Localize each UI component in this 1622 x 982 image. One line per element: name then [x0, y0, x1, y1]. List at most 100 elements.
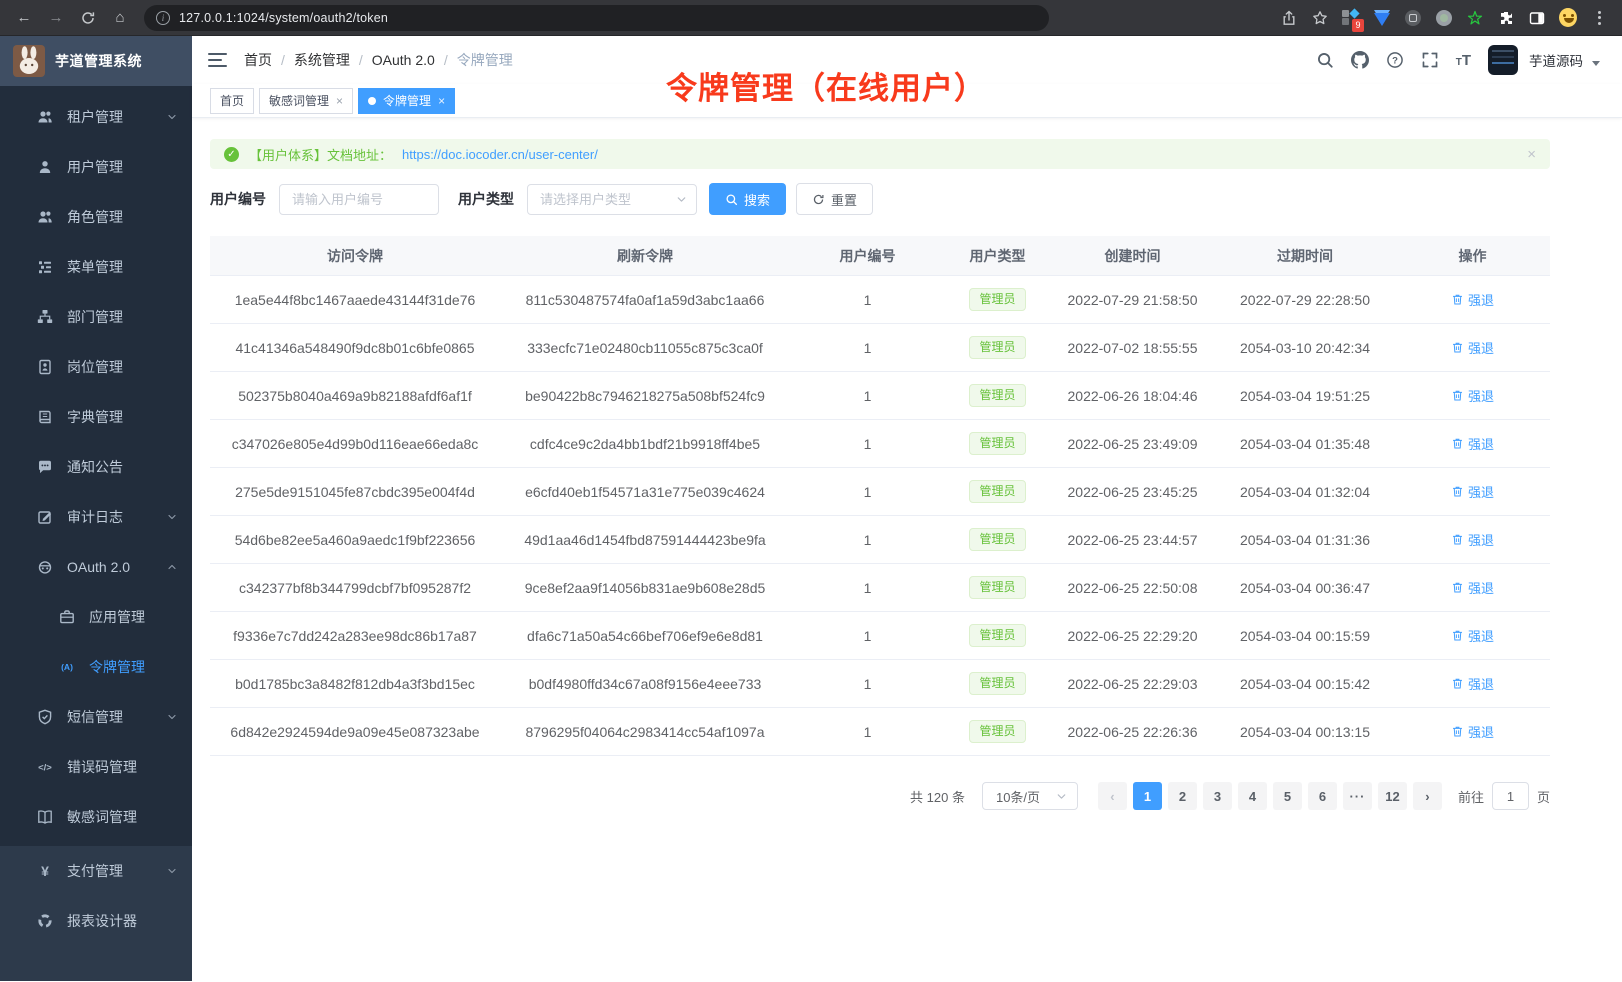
- app-logo[interactable]: 芋道管理系统: [0, 36, 192, 86]
- browser-back-button[interactable]: ←: [10, 4, 38, 32]
- sidebar-item-dept-management[interactable]: 部门管理: [0, 292, 192, 342]
- force-logout-button[interactable]: 强退: [1451, 290, 1494, 309]
- sidebar-item-tenant-management[interactable]: 租户管理: [0, 92, 192, 142]
- search-icon[interactable]: [1316, 51, 1334, 69]
- close-icon[interactable]: ×: [336, 95, 343, 107]
- pager-page-1[interactable]: 1: [1133, 782, 1162, 810]
- user-type-select[interactable]: [527, 184, 697, 215]
- site-info-icon[interactable]: i: [156, 11, 170, 25]
- pager-page-4[interactable]: 4: [1238, 782, 1267, 810]
- side-panel-icon[interactable]: [1528, 9, 1546, 27]
- user-id-input[interactable]: [279, 184, 439, 215]
- action-cell: 强退: [1395, 290, 1550, 309]
- chevron-down-icon: [166, 511, 178, 523]
- active-dot: [368, 97, 376, 105]
- page-size-select[interactable]: 10条/页: [982, 782, 1078, 810]
- force-logout-button[interactable]: 强退: [1451, 530, 1494, 549]
- breadcrumb-oauth2[interactable]: OAuth 2.0: [372, 52, 448, 68]
- alert-close-icon[interactable]: ×: [1527, 147, 1536, 162]
- trash-icon: [1451, 533, 1464, 546]
- sidebar-item-payment-management[interactable]: 支付管理: [0, 846, 192, 896]
- pager-page-5[interactable]: 5: [1273, 782, 1302, 810]
- message-icon: [37, 459, 53, 475]
- sidebar-item-error-code[interactable]: 错误码管理: [0, 742, 192, 792]
- sidebar-item-user-management[interactable]: 用户管理: [0, 142, 192, 192]
- search-button-label: 搜索: [744, 190, 770, 209]
- user-type-select-input[interactable]: [527, 184, 697, 215]
- access-token-cell: 1ea5e44f8bc1467aaede43144f31de76: [210, 292, 500, 308]
- recorder-extension-icon[interactable]: [1435, 9, 1453, 27]
- doc-link[interactable]: https://doc.iocoder.cn/user-center/: [402, 147, 598, 162]
- breadcrumb-home[interactable]: 首页: [244, 50, 285, 70]
- pager-page-6[interactable]: 6: [1308, 782, 1337, 810]
- close-icon[interactable]: ×: [438, 95, 445, 107]
- sidebar-collapse-icon[interactable]: [208, 53, 227, 67]
- browser-reload-button[interactable]: [74, 4, 102, 32]
- tab-home[interactable]: 首页: [210, 88, 254, 114]
- refresh-token-cell: 811c530487574fa0af1a59d3abc1aa66: [500, 292, 790, 308]
- force-logout-button[interactable]: 强退: [1451, 482, 1494, 501]
- user-name[interactable]: 芋道源码: [1529, 50, 1583, 70]
- user-type-badge: 管理员: [969, 336, 1025, 360]
- force-logout-button[interactable]: 强退: [1451, 578, 1494, 597]
- bookmark-star-icon[interactable]: [1311, 9, 1329, 27]
- force-logout-button[interactable]: 强退: [1451, 338, 1494, 357]
- browser-forward-button[interactable]: →: [42, 4, 70, 32]
- sidebar-item-sensitive-words[interactable]: 敏感词管理: [0, 792, 192, 842]
- sidebar-item-report-designer[interactable]: 报表设计器: [0, 896, 192, 946]
- refresh-token-cell: 49d1aa46d1454fbd87591444423be9fa: [500, 532, 790, 548]
- trash-icon: [1451, 437, 1464, 450]
- browser-home-button[interactable]: ⌂: [106, 4, 134, 32]
- pager-prev-button[interactable]: ‹: [1098, 782, 1127, 810]
- pager-page-3[interactable]: 3: [1203, 782, 1232, 810]
- sidebar-item-dict-management[interactable]: 字典管理: [0, 392, 192, 442]
- user-menu-caret-icon[interactable]: [1592, 61, 1600, 66]
- sidebar-item-post-management[interactable]: 岗位管理: [0, 342, 192, 392]
- font-size-icon[interactable]: TT: [1456, 52, 1471, 69]
- fullscreen-icon[interactable]: [1421, 51, 1439, 69]
- address-bar[interactable]: i 127.0.0.1:1024/system/oauth2/token: [144, 5, 1049, 31]
- menu-tree-icon: [37, 259, 53, 275]
- column-header-action: 操作: [1395, 246, 1550, 266]
- force-logout-button[interactable]: 强退: [1451, 386, 1494, 405]
- reset-button[interactable]: 重置: [796, 183, 873, 215]
- gem-extension-icon[interactable]: [1373, 9, 1391, 27]
- pager-page-12[interactable]: 12: [1378, 782, 1407, 810]
- extensions-puzzle-icon[interactable]: [1497, 9, 1515, 27]
- help-icon[interactable]: [1386, 51, 1404, 69]
- sidebar-item-sms-management[interactable]: 短信管理: [0, 692, 192, 742]
- tab-token-management[interactable]: 令牌管理 ×: [358, 88, 455, 114]
- devtools-extension-icon[interactable]: 9: [1342, 9, 1360, 27]
- sidebar-item-role-management[interactable]: 角色管理: [0, 192, 192, 242]
- browser-profile-avatar[interactable]: [1559, 9, 1577, 27]
- tab-sensitive-words[interactable]: 敏感词管理 ×: [259, 88, 353, 114]
- pager-page-2[interactable]: 2: [1168, 782, 1197, 810]
- pager-ellipsis[interactable]: ···: [1343, 782, 1372, 810]
- github-icon[interactable]: [1351, 51, 1369, 69]
- force-logout-button[interactable]: 强退: [1451, 674, 1494, 693]
- green-star-extension-icon[interactable]: [1466, 9, 1484, 27]
- sidebar-item-oauth2[interactable]: OAuth 2.0: [0, 542, 192, 592]
- sidebar-item-oauth2-token[interactable]: 令牌管理: [0, 642, 192, 692]
- share-icon[interactable]: [1280, 9, 1298, 27]
- sidebar-item-menu-management[interactable]: 菜单管理: [0, 242, 192, 292]
- force-logout-button[interactable]: 强退: [1451, 434, 1494, 453]
- command-extension-icon[interactable]: [1404, 9, 1422, 27]
- force-logout-button[interactable]: 强退: [1451, 626, 1494, 645]
- goto-page-input[interactable]: [1492, 782, 1529, 810]
- expires-at-cell: 2054-03-04 19:51:25: [1215, 388, 1395, 404]
- sidebar-item-notice[interactable]: 通知公告: [0, 442, 192, 492]
- breadcrumb-system[interactable]: 系统管理: [294, 50, 363, 70]
- tab-label: 令牌管理: [383, 92, 431, 109]
- force-logout-button[interactable]: 强退: [1451, 722, 1494, 741]
- browser-menu-kebab-icon[interactable]: [1590, 9, 1608, 27]
- search-button[interactable]: 搜索: [709, 183, 786, 215]
- pager-next-button[interactable]: ›: [1413, 782, 1442, 810]
- user-avatar[interactable]: [1488, 45, 1518, 75]
- url-text[interactable]: 127.0.0.1:1024/system/oauth2/token: [179, 11, 388, 25]
- column-header-user-type: 用户类型: [945, 246, 1050, 266]
- sidebar-item-label: 用户管理: [67, 157, 123, 177]
- sidebar-item-audit-log[interactable]: 审计日志: [0, 492, 192, 542]
- sidebar-item-oauth2-application[interactable]: 应用管理: [0, 592, 192, 642]
- user-id-cell: 1: [790, 436, 945, 452]
